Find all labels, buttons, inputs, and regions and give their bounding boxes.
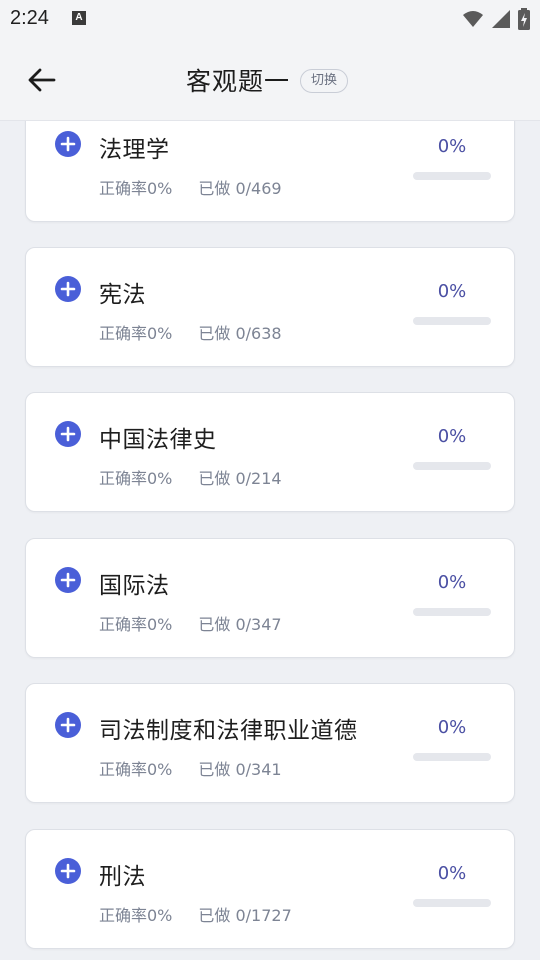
switch-button[interactable]: 切换	[300, 69, 349, 93]
done-count-text: 已做 0/347	[198, 615, 282, 634]
progress-bar	[413, 608, 491, 616]
subject-title: 宪法	[99, 282, 146, 308]
back-arrow-icon[interactable]	[26, 64, 58, 96]
subject-list[interactable]: 法理学 正确率0% 已做 0/469 0% 宪法 正确率0% 已做 0/638 0%…	[0, 121, 540, 960]
subject-card[interactable]: 宪法 正确率0% 已做 0/638 0%	[25, 247, 515, 367]
subject-card[interactable]: 国际法 正确率0% 已做 0/347 0%	[25, 538, 515, 658]
accuracy-text: 正确率0%	[99, 760, 173, 779]
accuracy-text: 正确率0%	[99, 179, 173, 198]
progress-bar	[413, 899, 491, 907]
signal-icon	[492, 10, 510, 28]
subject-stats: 正确率0% 已做 0/1727	[99, 902, 292, 926]
done-count-text: 已做 0/1727	[198, 906, 292, 925]
subject-stats: 正确率0% 已做 0/469	[99, 175, 282, 199]
add-plus-icon[interactable]	[54, 275, 82, 303]
add-plus-icon[interactable]	[54, 711, 82, 739]
top-app-bar: 客观题一 切换	[0, 38, 540, 121]
status-bar: 2:24 A	[0, 0, 540, 38]
subject-stats: 正确率0% 已做 0/638	[99, 320, 282, 344]
accuracy-text: 正确率0%	[99, 906, 173, 925]
progress-percent: 0%	[437, 281, 467, 302]
progress-bar	[413, 462, 491, 470]
done-count-text: 已做 0/469	[198, 179, 282, 198]
accuracy-text: 正确率0%	[99, 615, 173, 634]
progress-bar	[413, 753, 491, 761]
done-count-text: 已做 0/341	[198, 760, 282, 779]
subject-card[interactable]: 刑法 正确率0% 已做 0/1727 0%	[25, 829, 515, 949]
accuracy-text: 正确率0%	[99, 324, 173, 343]
subject-stats: 正确率0% 已做 0/214	[99, 465, 282, 489]
subject-title: 中国法律史	[99, 427, 217, 453]
subject-card[interactable]: 司法制度和法律职业道德 正确率0% 已做 0/341 0%	[25, 683, 515, 803]
battery-icon	[518, 8, 530, 30]
done-count-text: 已做 0/214	[198, 469, 282, 488]
add-plus-icon[interactable]	[54, 566, 82, 594]
status-time: 2:24	[10, 7, 49, 29]
subject-title: 国际法	[99, 573, 170, 599]
subject-card[interactable]: 法理学 正确率0% 已做 0/469 0%	[25, 121, 515, 222]
subject-title: 刑法	[99, 864, 146, 890]
add-plus-icon[interactable]	[54, 130, 82, 158]
subject-title: 法理学	[99, 137, 170, 163]
progress-bar	[413, 317, 491, 325]
add-plus-icon[interactable]	[54, 420, 82, 448]
subject-title: 司法制度和法律职业道德	[99, 718, 358, 744]
title-group: 客观题一 切换	[186, 62, 349, 98]
done-count-text: 已做 0/638	[198, 324, 282, 343]
progress-percent: 0%	[437, 572, 467, 593]
add-plus-icon[interactable]	[54, 857, 82, 885]
subject-stats: 正确率0% 已做 0/347	[99, 611, 282, 635]
wifi-icon	[463, 11, 483, 27]
progress-percent: 0%	[437, 426, 467, 447]
progress-percent: 0%	[437, 863, 467, 884]
subject-stats: 正确率0% 已做 0/341	[99, 756, 282, 780]
page-title: 客观题一	[186, 67, 291, 96]
subject-card[interactable]: 中国法律史 正确率0% 已做 0/214 0%	[25, 392, 515, 512]
accuracy-text: 正确率0%	[99, 469, 173, 488]
notification-a-icon: A	[72, 11, 86, 25]
progress-bar	[413, 172, 491, 180]
progress-percent: 0%	[437, 717, 467, 738]
progress-percent: 0%	[437, 136, 467, 157]
status-icons	[462, 8, 530, 30]
